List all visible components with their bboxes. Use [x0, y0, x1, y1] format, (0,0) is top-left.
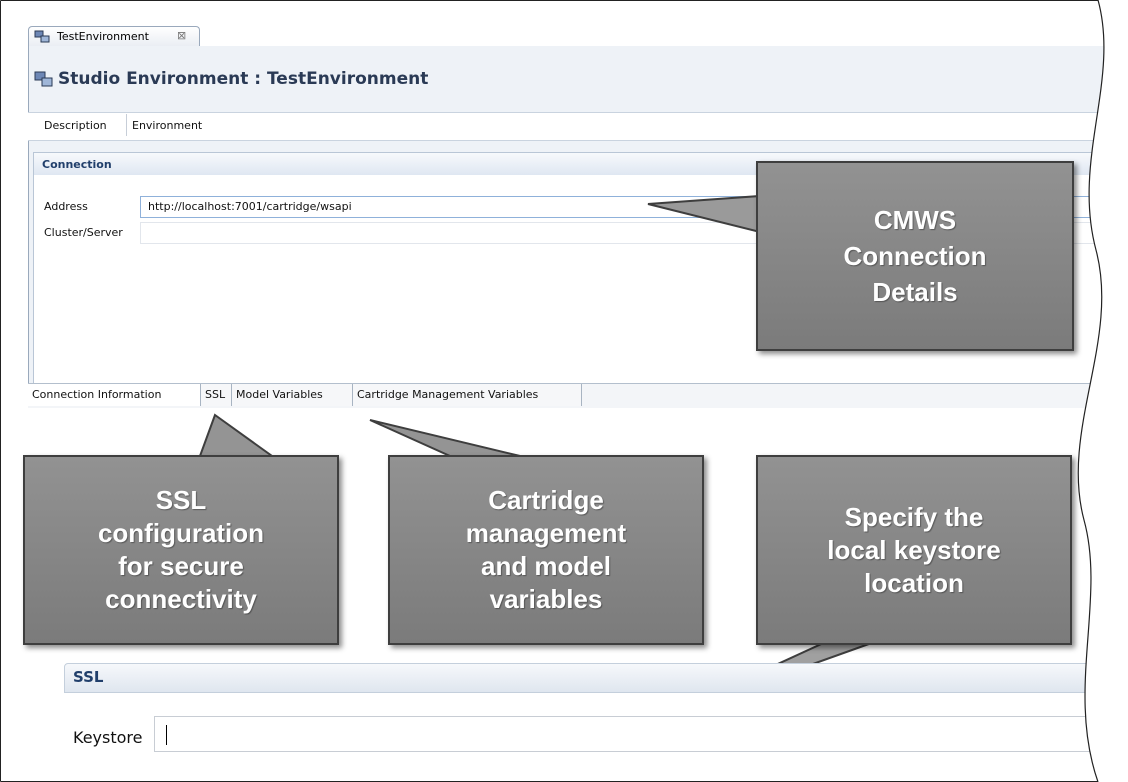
torn-edge — [0, 0, 1128, 782]
